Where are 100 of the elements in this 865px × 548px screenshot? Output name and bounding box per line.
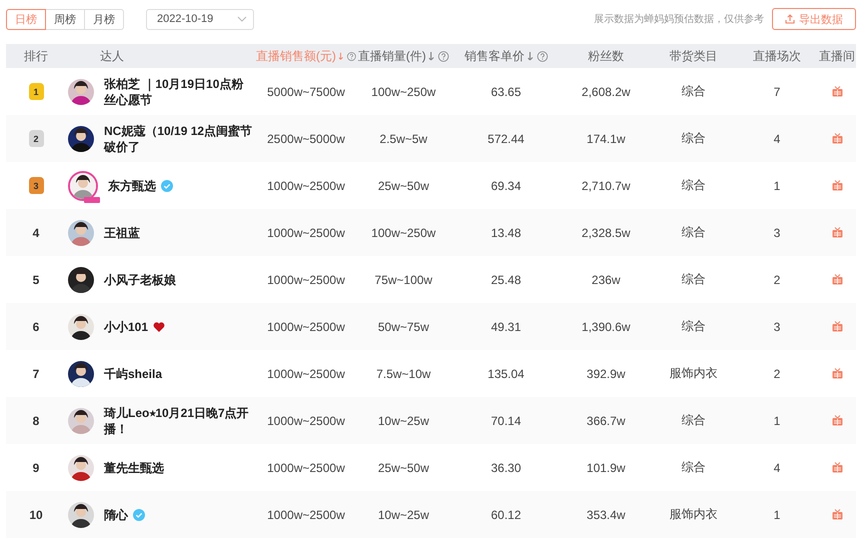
table-cell: 1000w~2500w [267, 226, 345, 240]
rank-number: 10 [29, 508, 43, 522]
column-header[interactable]: 销售客单价 [464, 48, 524, 64]
tv-icon[interactable] [832, 133, 842, 144]
table-cell: 135.04 [488, 366, 524, 380]
chevron-down-icon [237, 16, 247, 22]
table-cell: 1 [774, 508, 780, 522]
table-cell: 50w~75w [378, 320, 430, 334]
table-cell: 100w~250w [371, 226, 436, 240]
table-cell: 25w~50w [378, 178, 430, 192]
table-cell: 100w~250w [371, 84, 436, 98]
tv-icon[interactable] [832, 415, 842, 426]
talent-name[interactable]: 小小101 [104, 318, 148, 334]
rank-number: 9 [32, 460, 40, 474]
rank-number: 5 [32, 272, 40, 286]
help-icon[interactable] [438, 50, 449, 62]
table-cell: 1000w~2500w [267, 460, 345, 474]
table-cell: 2500w~5000w [267, 132, 345, 146]
table-cell: 70.14 [490, 414, 522, 428]
table-cell: 综合 [682, 224, 706, 241]
column-header: 粉丝数 [588, 48, 624, 64]
tv-icon[interactable] [832, 180, 842, 191]
talent-name[interactable]: 东方甄选 [108, 178, 156, 194]
table-cell: 174.1w [586, 132, 626, 146]
table-cell: 25w~50w [378, 460, 430, 474]
column-header: 直播场次 [753, 48, 801, 64]
table-cell: 2.5w~5w [380, 132, 428, 146]
tab[interactable]: 月榜 [84, 8, 124, 30]
rank-number: 4 [32, 226, 40, 240]
talent-name[interactable]: 小风子老板娘 [104, 272, 176, 288]
table-cell: 服饰内衣 [670, 506, 718, 523]
table-cell: 7.5w~10w [376, 366, 431, 380]
tv-icon[interactable] [832, 462, 842, 473]
table-cell: 75w~100w [374, 272, 432, 286]
column-header: 排行 [24, 48, 48, 64]
table-cell: 101.9w [586, 460, 626, 474]
table-cell: 13.48 [490, 226, 522, 240]
table-cell: 5000w~7500w [267, 84, 345, 98]
tv-icon[interactable] [832, 274, 842, 285]
table-cell: 60.12 [490, 508, 522, 522]
column-header[interactable]: 直播销量(件) [358, 48, 426, 64]
table-cell: 综合 [682, 130, 706, 147]
talent-name[interactable]: 张柏芝 ｜10月19日10点粉丝心愿节 [104, 76, 254, 108]
table-cell: 69.34 [490, 178, 522, 192]
table-cell: 572.44 [488, 132, 524, 146]
rank-number: 7 [32, 366, 40, 380]
column-header: 达人 [100, 48, 124, 64]
tv-icon[interactable] [832, 321, 842, 332]
table-cell: 7 [774, 84, 780, 98]
tv-icon[interactable] [832, 86, 842, 97]
medal-badge: 1 [28, 83, 44, 100]
tab[interactable]: 周榜 [45, 8, 85, 30]
rank-number: 8 [32, 414, 40, 428]
table-cell: 36.30 [490, 460, 522, 474]
table-cell: 1000w~2500w [267, 178, 345, 192]
tv-icon[interactable] [832, 509, 842, 520]
talent-name[interactable]: 千屿sheila [104, 366, 162, 382]
talent-name[interactable]: 董先生甄选 [104, 460, 164, 476]
date-select[interactable]: 2022-10-19 [146, 8, 254, 30]
help-icon[interactable] [346, 50, 356, 62]
table-cell: 2,608.2w [582, 84, 630, 98]
talent-name[interactable]: 王祖蓝 [104, 224, 140, 240]
column-header: 直播间 [819, 48, 855, 64]
table-cell: 2,710.7w [582, 178, 630, 192]
table-cell: 综合 [682, 459, 706, 476]
sort-arrow-icon[interactable] [339, 52, 344, 60]
talent-name[interactable]: 隋心 [104, 506, 128, 522]
table-cell: 3 [774, 320, 780, 334]
rank-number: 6 [32, 320, 40, 334]
table-cell: 1 [774, 414, 780, 428]
table-cell: 236w [592, 272, 620, 286]
help-icon[interactable] [536, 50, 548, 62]
sort-arrow-icon[interactable] [528, 52, 534, 60]
column-header: 带货类目 [670, 48, 718, 64]
table-cell: 综合 [682, 83, 706, 100]
table-cell: 366.7w [586, 414, 626, 428]
table-cell: 1000w~2500w [267, 366, 345, 380]
table-cell: 63.65 [490, 84, 522, 98]
table-cell: 1000w~2500w [267, 508, 345, 522]
table-cell: 1 [774, 178, 780, 192]
table-cell: 综合 [682, 271, 706, 288]
table-cell: 综合 [682, 177, 706, 194]
upload-icon [785, 14, 795, 24]
table-cell: 2,328.5w [582, 226, 630, 240]
table-cell: 4 [774, 460, 780, 474]
tv-icon[interactable] [832, 368, 842, 379]
table-cell: 10w~25w [378, 414, 430, 428]
table-cell: 2 [774, 366, 780, 380]
table-cell: 392.9w [586, 366, 626, 380]
medal-badge: 3 [28, 177, 44, 194]
table-cell: 353.4w [586, 508, 626, 522]
table-cell: 1000w~2500w [267, 320, 345, 334]
table-cell: 25.48 [490, 272, 522, 286]
tv-icon[interactable] [832, 227, 842, 238]
table-cell: 综合 [682, 318, 706, 335]
table-cell: 3 [774, 226, 780, 240]
medal-badge: 2 [28, 130, 44, 147]
table-cell: 服饰内衣 [670, 365, 718, 382]
table-cell: 2 [774, 272, 780, 286]
sort-arrow-icon[interactable] [429, 52, 435, 60]
